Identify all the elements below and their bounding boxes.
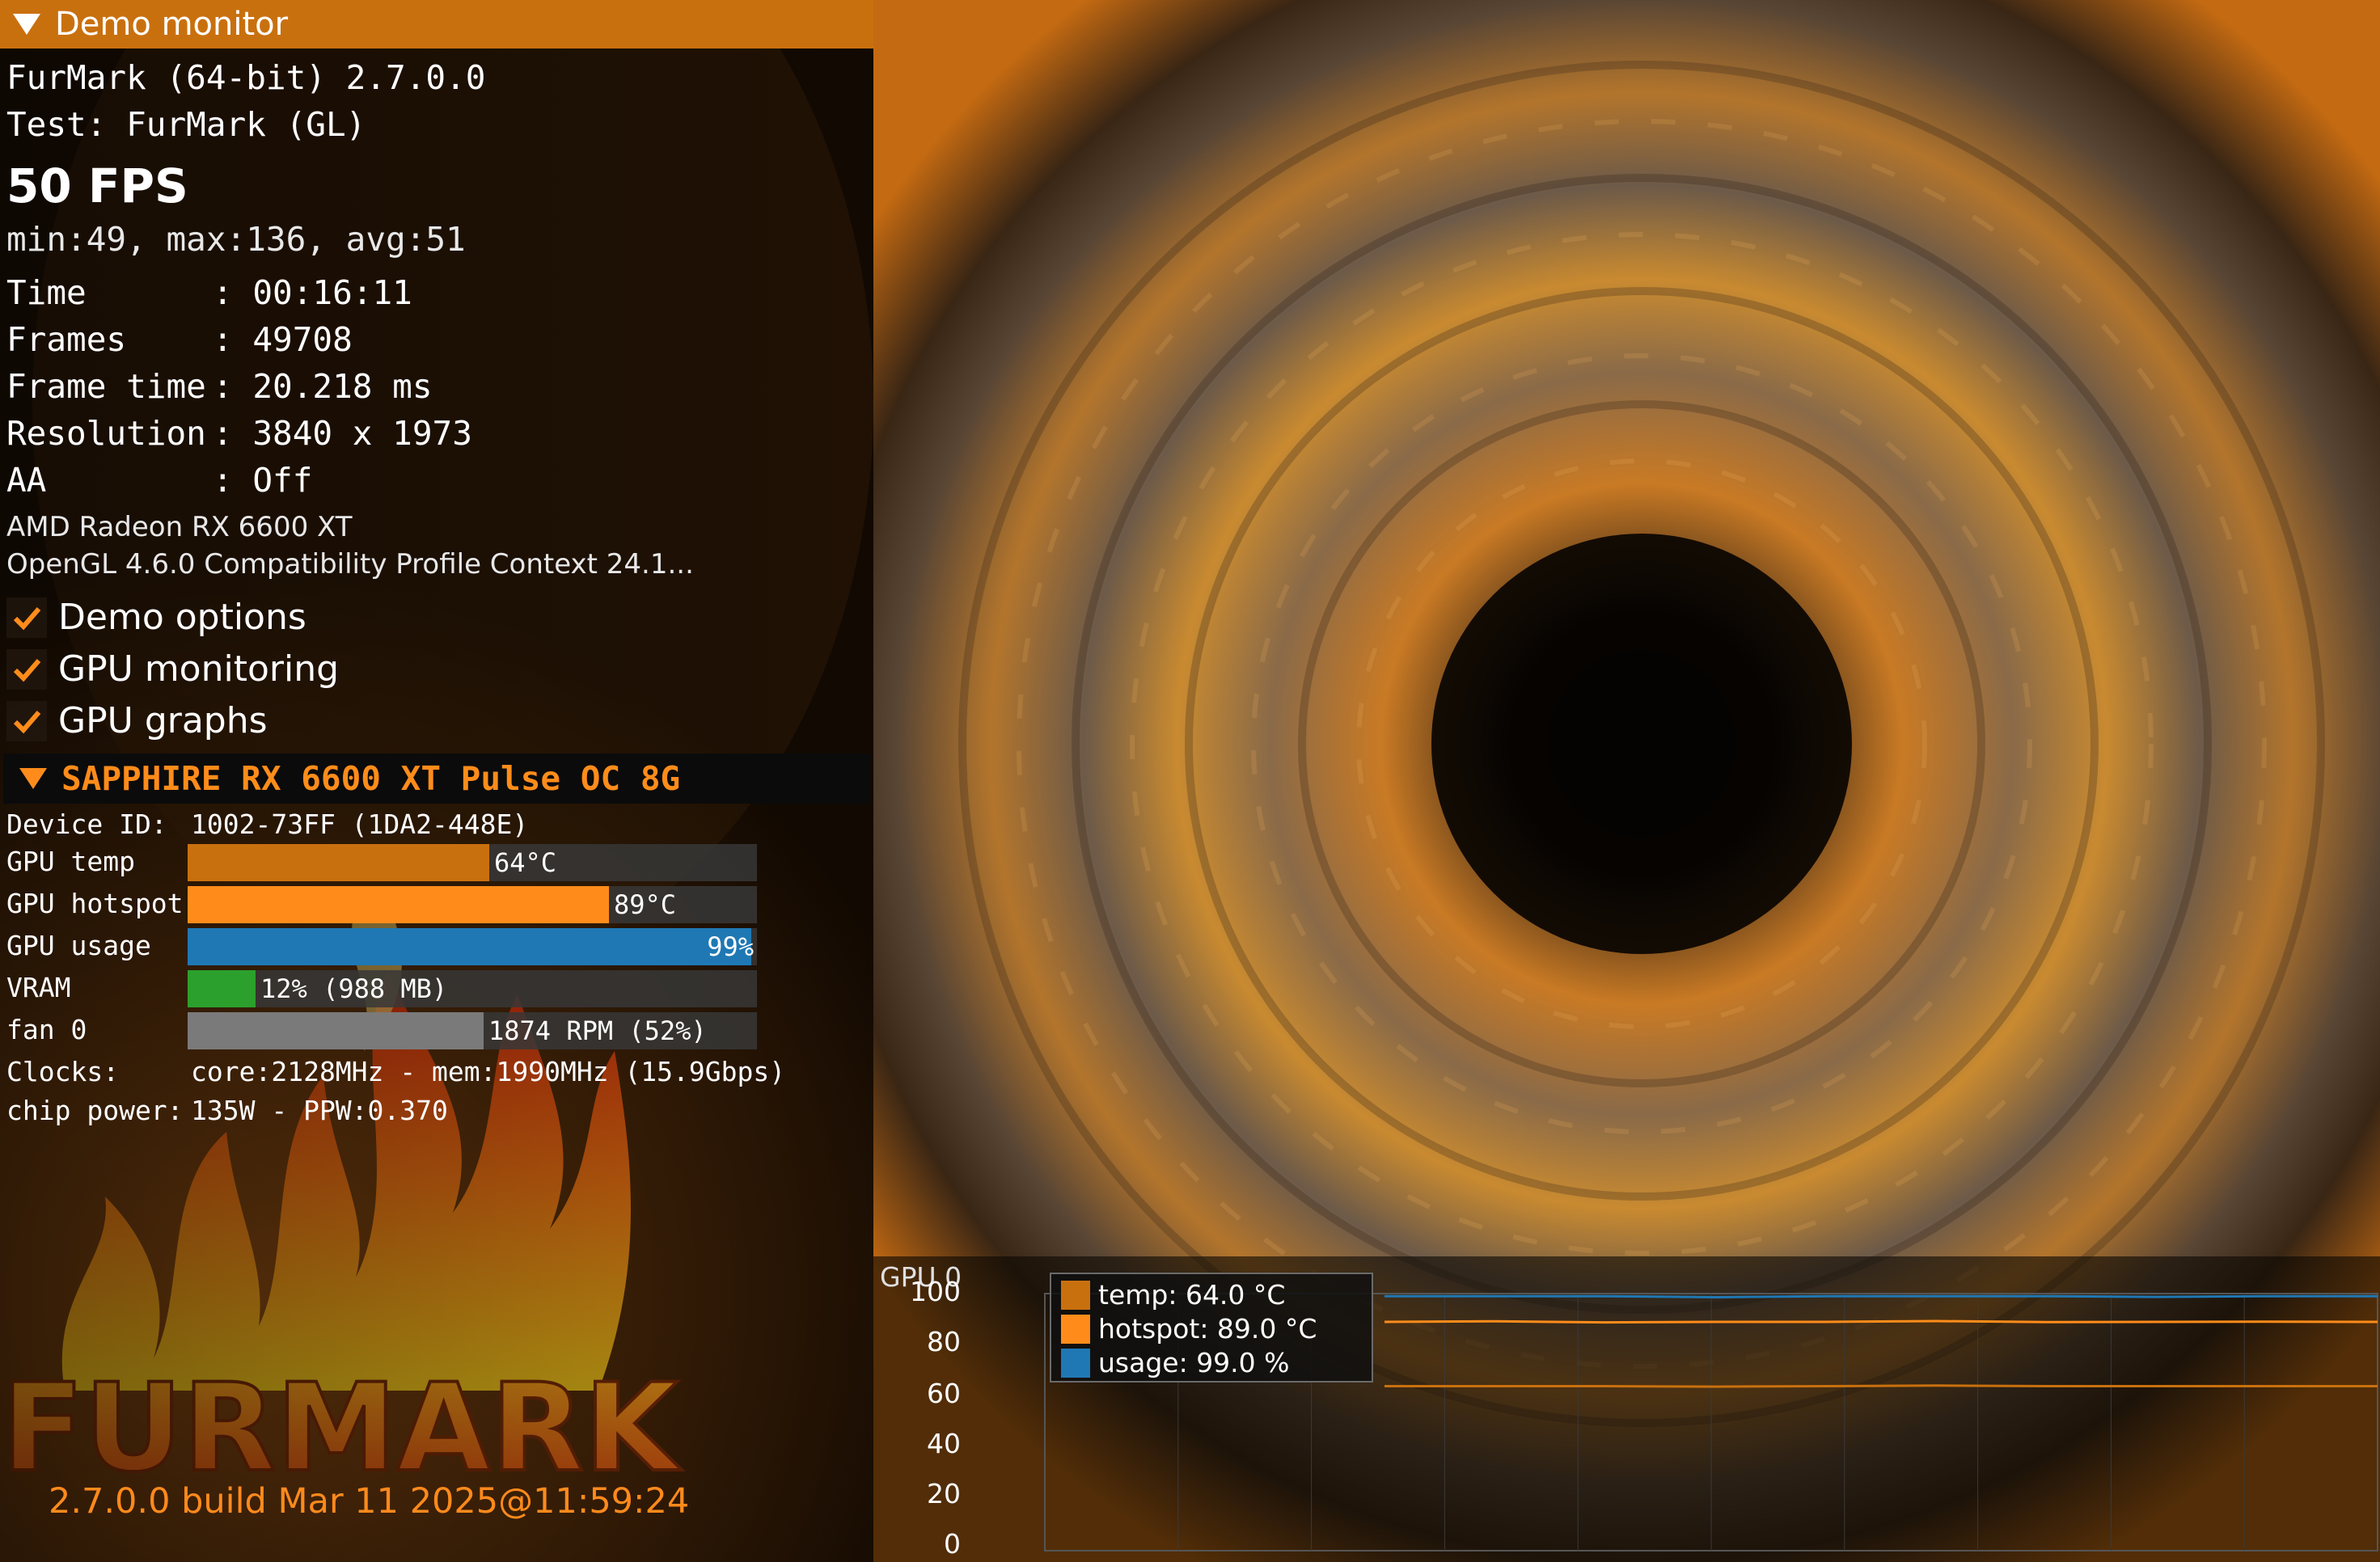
checkmark-icon[interactable]	[6, 597, 47, 638]
test-name-line: Test: FurMark (GL)	[6, 105, 366, 144]
gpu-temp-bar: 64°C	[188, 844, 757, 881]
power-value: 135W - PPW:0.370	[191, 1095, 448, 1126]
legend-swatch	[1061, 1314, 1090, 1344]
stat-value: : 3840 x 1973	[213, 414, 472, 453]
metric-label-gpu-temp: GPU temp	[6, 846, 135, 877]
stat-resolution: Resolution: 3840 x 1973	[6, 414, 472, 453]
legend-item-temp: temp: 64.0 °C	[1061, 1279, 1285, 1311]
bar-text: 1874 RPM (52%)	[488, 1015, 707, 1046]
bar-fill	[188, 886, 609, 923]
bar-text: 99%	[707, 931, 754, 962]
bar-text: 89°C	[614, 889, 677, 920]
stat-value: : 49708	[213, 320, 353, 359]
stat-value: : Off	[213, 461, 313, 500]
metric-label-gpu-hotspot: GPU hotspot	[6, 888, 184, 919]
series-line-2	[1384, 1294, 2378, 1299]
legend-item-hotspot: hotspot: 89.0 °C	[1061, 1313, 1317, 1345]
gpu-card-name: SAPPHIRE RX 6600 XT Pulse OC 8G	[61, 759, 681, 798]
bar-text: 12% (988 MB)	[260, 973, 448, 1004]
checkbox-label: GPU graphs	[58, 700, 268, 741]
bar-text: 64°C	[494, 847, 557, 878]
stat-aa: AA : Off	[6, 461, 312, 500]
bar-fill	[188, 1012, 484, 1049]
graph-legend: temp: 64.0 °C hotspot: 89.0 °C usage: 99…	[1050, 1273, 1373, 1383]
stat-key: Frame time	[6, 367, 206, 406]
stat-key: AA	[6, 461, 47, 500]
checkbox-label: GPU monitoring	[58, 648, 340, 690]
demo-options-checkbox[interactable]: Demo options	[6, 597, 306, 638]
legend-label: hotspot: 89.0 °C	[1098, 1313, 1317, 1345]
stat-time: Time : 00:16:11	[6, 273, 412, 312]
power-label: chip power:	[6, 1095, 184, 1126]
series-line-1	[1384, 1319, 2378, 1324]
legend-label: usage: 99.0 %	[1098, 1347, 1290, 1378]
gpu-graph-panel: GPU 0 100 80 60 40 20 0 temp: 64.0 °C ho…	[873, 1256, 2380, 1562]
vram-bar: 12% (988 MB)	[188, 970, 757, 1007]
collapse-triangle-icon[interactable]	[19, 768, 47, 789]
legend-item-usage: usage: 99.0 %	[1061, 1347, 1290, 1378]
legend-swatch	[1061, 1348, 1090, 1378]
checkmark-icon[interactable]	[6, 648, 47, 690]
gpu-monitoring-checkbox[interactable]: GPU monitoring	[6, 648, 339, 690]
window-title: Demo monitor	[55, 6, 289, 43]
stat-value: : 20.218 ms	[213, 367, 433, 406]
gpu-usage-bar: 99%	[188, 928, 757, 965]
gpu-graphs-checkbox[interactable]: GPU graphs	[6, 700, 268, 741]
bar-fill	[188, 928, 751, 965]
bar-fill	[188, 970, 256, 1007]
stat-key: Frames	[6, 320, 127, 359]
series-line-0	[1384, 1384, 2378, 1388]
gpu-section-header[interactable]: SAPPHIRE RX 6600 XT Pulse OC 8G	[3, 754, 870, 804]
gpu-name: AMD Radeon RX 6600 XT	[6, 511, 353, 543]
fps-readout: 50 FPS	[6, 158, 188, 213]
collapse-triangle-icon[interactable]	[13, 14, 40, 35]
metric-label-gpu-usage: GPU usage	[6, 930, 151, 961]
device-id-value: 1002-73FF (1DA2-448E)	[191, 808, 529, 840]
checkmark-icon[interactable]	[6, 700, 47, 741]
stat-key: Time	[6, 273, 87, 312]
app-version-line: FurMark (64-bit) 2.7.0.0	[6, 58, 486, 97]
gpu-hotspot-bar: 89°C	[188, 886, 757, 923]
build-version: 2.7.0.0 build Mar 11 2025@11:59:24	[49, 1481, 690, 1522]
metric-label-fan: fan 0	[6, 1014, 87, 1045]
bar-fill	[188, 844, 489, 881]
clocks-label: Clocks:	[6, 1056, 120, 1087]
demo-monitor-titlebar[interactable]: Demo monitor	[0, 0, 873, 49]
stat-value: : 00:16:11	[213, 273, 412, 312]
demo-monitor-panel: Demo monitor FurMark (64-bit) 2.7.0.0 Te…	[0, 0, 873, 1562]
opengl-info: OpenGL 4.6.0 Compatibility Profile Conte…	[6, 548, 694, 580]
stat-frame-time: Frame time: 20.218 ms	[6, 367, 433, 406]
device-id-label: Device ID:	[6, 808, 167, 840]
stat-frames: Frames : 49708	[6, 320, 353, 359]
legend-swatch	[1061, 1280, 1090, 1310]
metric-label-vram: VRAM	[6, 972, 71, 1003]
fan-bar: 1874 RPM (52%)	[188, 1012, 757, 1049]
fps-stats: min:49, max:136, avg:51	[6, 220, 466, 259]
legend-label: temp: 64.0 °C	[1098, 1279, 1286, 1311]
checkbox-label: Demo options	[58, 597, 306, 638]
clocks-value: core:2128MHz - mem:1990MHz (15.9Gbps)	[191, 1056, 786, 1087]
stat-key: Resolution	[6, 414, 206, 453]
